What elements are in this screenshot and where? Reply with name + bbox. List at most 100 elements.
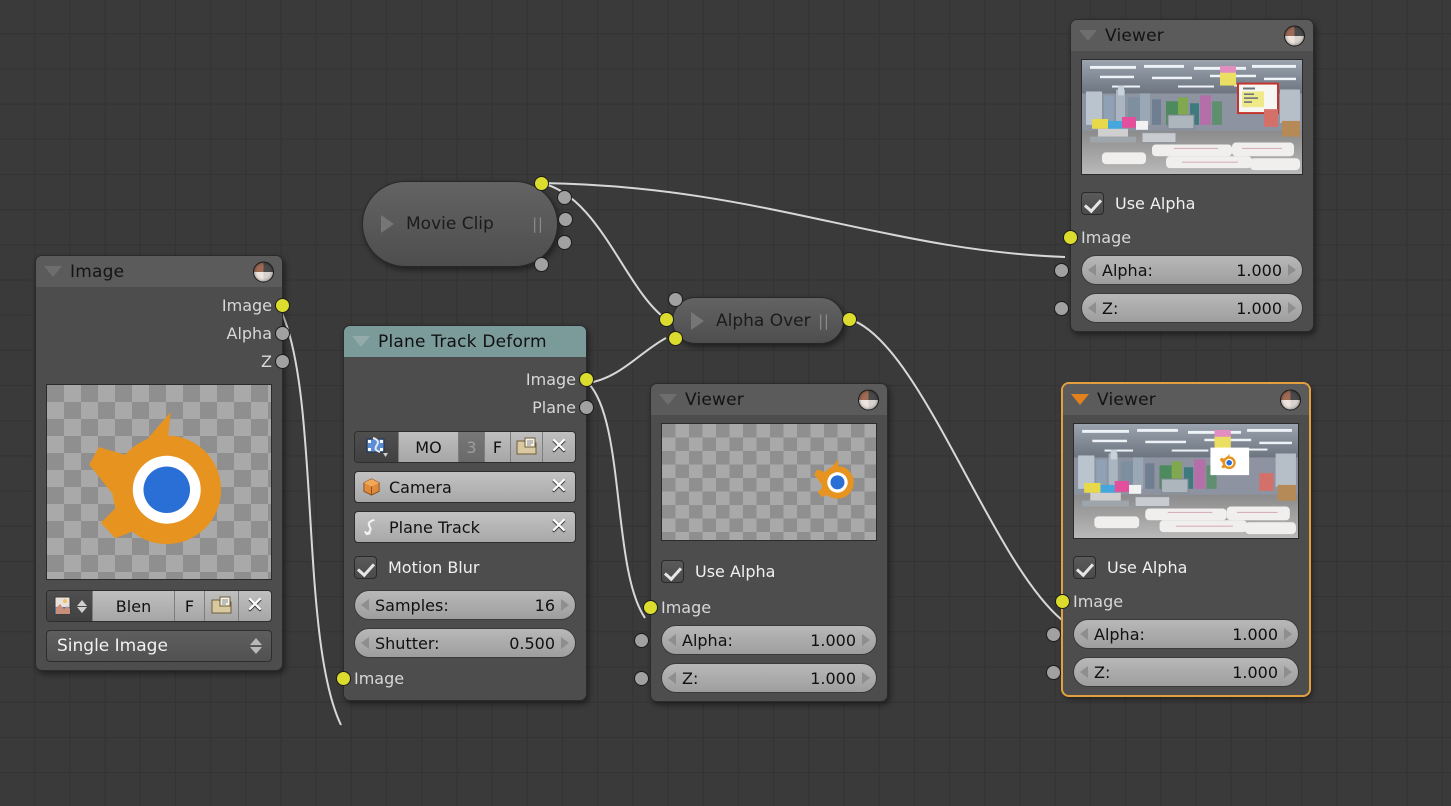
- movieclip-output-socket-2[interactable]: [558, 212, 573, 227]
- viewer-top-alpha-slider[interactable]: Alpha: 1.000: [1081, 255, 1303, 285]
- arrow-left-icon[interactable]: [1080, 628, 1088, 640]
- triangle-down-icon[interactable]: [352, 336, 370, 347]
- checkbox-icon[interactable]: [354, 556, 377, 579]
- movieclip-output-socket-3[interactable]: [557, 235, 572, 250]
- triangle-down-icon[interactable]: [44, 266, 62, 277]
- arrow-right-icon[interactable]: [1288, 264, 1296, 276]
- ptd-clip-fake-user-button[interactable]: F: [485, 432, 511, 462]
- x-icon[interactable]: ✕: [550, 476, 568, 498]
- ptd-object-row[interactable]: Camera ✕: [354, 471, 576, 503]
- node-editor-canvas[interactable]: Image Image Alpha Z: [0, 0, 1451, 806]
- ptd-clip-browse-button[interactable]: [355, 432, 399, 462]
- arrow-left-icon[interactable]: [1088, 302, 1096, 314]
- ptd-clip-datablock-row[interactable]: MO 3 F ✕: [354, 431, 576, 463]
- viewer-middle-input-socket-z[interactable]: [634, 671, 649, 686]
- ptd-track-row[interactable]: Plane Track ✕: [354, 511, 576, 543]
- image-open-file-button[interactable]: [205, 591, 239, 621]
- ptd-input-socket-image[interactable]: [336, 671, 351, 686]
- arrow-right-icon[interactable]: [561, 599, 569, 611]
- blender-logo-icon: [47, 385, 271, 579]
- node-viewer-bottom[interactable]: Viewer: [1062, 383, 1310, 696]
- alphaover-output-socket-image[interactable]: [842, 312, 857, 327]
- checkbox-icon[interactable]: [1081, 192, 1104, 215]
- arrow-right-icon[interactable]: [1284, 666, 1292, 678]
- viewer-middle-use-alpha-checkbox[interactable]: Use Alpha: [661, 555, 877, 587]
- viewer-bottom-use-alpha-checkbox[interactable]: Use Alpha: [1073, 551, 1299, 583]
- movieclip-output-socket-4[interactable]: [534, 257, 549, 272]
- node-viewer-top-header[interactable]: Viewer: [1071, 20, 1313, 51]
- viewer-bottom-alpha-slider[interactable]: Alpha: 1.000: [1073, 619, 1299, 649]
- checkbox-icon[interactable]: [661, 560, 684, 583]
- image-fake-user-button[interactable]: F: [175, 591, 205, 621]
- image-datablock-browse-button[interactable]: [47, 591, 93, 621]
- ptd-samples-slider[interactable]: Samples: 16: [354, 590, 576, 620]
- triangle-down-icon[interactable]: [659, 394, 677, 405]
- output-socket-alpha[interactable]: [275, 326, 290, 341]
- triangle-down-icon[interactable]: [1079, 30, 1097, 41]
- ptd-shutter-slider[interactable]: Shutter: 0.500: [354, 628, 576, 658]
- image-datablock-row[interactable]: Blen F ✕: [46, 590, 272, 622]
- node-plane-track-deform-header[interactable]: Plane Track Deform: [344, 326, 586, 357]
- node-image[interactable]: Image Image Alpha Z: [35, 255, 283, 671]
- viewer-middle-alpha-slider[interactable]: Alpha: 1.000: [661, 625, 877, 655]
- viewer-top-input-socket-z[interactable]: [1054, 301, 1069, 316]
- viewer-bottom-input-socket-image[interactable]: [1055, 594, 1070, 609]
- node-viewer-top[interactable]: Viewer: [1070, 19, 1314, 332]
- ptd-clip-unlink-button[interactable]: ✕: [543, 432, 575, 462]
- arrow-right-icon[interactable]: [862, 634, 870, 646]
- viewer-middle-input-socket-image[interactable]: [643, 600, 658, 615]
- triangle-down-icon[interactable]: [1071, 394, 1089, 405]
- image-unlink-button[interactable]: ✕: [239, 591, 271, 621]
- viewer-top-use-alpha-checkbox[interactable]: Use Alpha: [1081, 187, 1303, 219]
- x-icon[interactable]: ✕: [550, 516, 568, 538]
- arrow-right-icon[interactable]: [561, 637, 569, 649]
- triangle-right-icon[interactable]: [381, 215, 394, 233]
- alphaover-input-socket-image2[interactable]: [668, 331, 683, 346]
- node-movie-clip[interactable]: Movie Clip | |: [362, 181, 558, 267]
- arrow-left-icon[interactable]: [1080, 666, 1088, 678]
- color-wheel-icon[interactable]: [1284, 25, 1305, 46]
- node-viewer-bottom-header[interactable]: Viewer: [1063, 384, 1309, 415]
- viewer-top-input-socket-alpha[interactable]: [1054, 263, 1069, 278]
- arrow-left-icon[interactable]: [361, 637, 369, 649]
- arrow-left-icon[interactable]: [361, 599, 369, 611]
- ptd-clip-name-text: MO: [415, 438, 441, 457]
- arrow-right-icon[interactable]: [1288, 302, 1296, 314]
- output-socket-z[interactable]: [275, 354, 290, 369]
- output-socket-image[interactable]: [275, 298, 290, 313]
- node-alpha-over[interactable]: Alpha Over | |: [672, 297, 844, 344]
- node-plane-track-deform[interactable]: Plane Track Deform Image Plane: [343, 325, 587, 701]
- ptd-clip-name[interactable]: MO: [399, 432, 459, 462]
- ptd-output-socket-image[interactable]: [579, 372, 594, 387]
- viewer-middle-input-socket-alpha[interactable]: [634, 633, 649, 648]
- arrow-left-icon[interactable]: [668, 672, 676, 684]
- viewer-bottom-z-slider[interactable]: Z: 1.000: [1073, 657, 1299, 687]
- image-source-dropdown[interactable]: Single Image: [46, 630, 272, 662]
- arrow-right-icon[interactable]: [862, 672, 870, 684]
- alphaover-input-socket-fac[interactable]: [668, 292, 683, 307]
- node-viewer-middle-header[interactable]: Viewer: [651, 384, 887, 415]
- movieclip-output-socket-image[interactable]: [534, 176, 549, 191]
- checkbox-icon[interactable]: [1073, 556, 1096, 579]
- viewer-middle-z-slider[interactable]: Z: 1.000: [661, 663, 877, 693]
- ptd-clip-open-button[interactable]: [511, 432, 543, 462]
- color-wheel-icon[interactable]: [858, 389, 879, 410]
- movieclip-output-socket-1[interactable]: [557, 190, 572, 205]
- triangle-right-icon[interactable]: [691, 312, 704, 330]
- ptd-output-socket-plane[interactable]: [579, 400, 594, 415]
- arrow-right-icon[interactable]: [1284, 628, 1292, 640]
- ptd-clip-users-button[interactable]: 3: [459, 432, 485, 462]
- node-image-header[interactable]: Image: [36, 256, 282, 287]
- viewer-bottom-input-socket-z[interactable]: [1046, 665, 1061, 680]
- arrow-left-icon[interactable]: [1088, 264, 1096, 276]
- node-viewer-middle[interactable]: Viewer Use Alpha Ima: [650, 383, 888, 702]
- viewer-bottom-input-socket-alpha[interactable]: [1046, 627, 1061, 642]
- image-datablock-name[interactable]: Blen: [93, 591, 175, 621]
- arrow-left-icon[interactable]: [668, 634, 676, 646]
- color-wheel-icon[interactable]: [253, 261, 274, 282]
- viewer-top-z-slider[interactable]: Z: 1.000: [1081, 293, 1303, 323]
- alphaover-input-socket-image1[interactable]: [659, 312, 674, 327]
- viewer-top-input-socket-image[interactable]: [1063, 230, 1078, 245]
- color-wheel-icon[interactable]: [1280, 389, 1301, 410]
- ptd-motion-blur-checkbox[interactable]: Motion Blur: [354, 551, 576, 583]
